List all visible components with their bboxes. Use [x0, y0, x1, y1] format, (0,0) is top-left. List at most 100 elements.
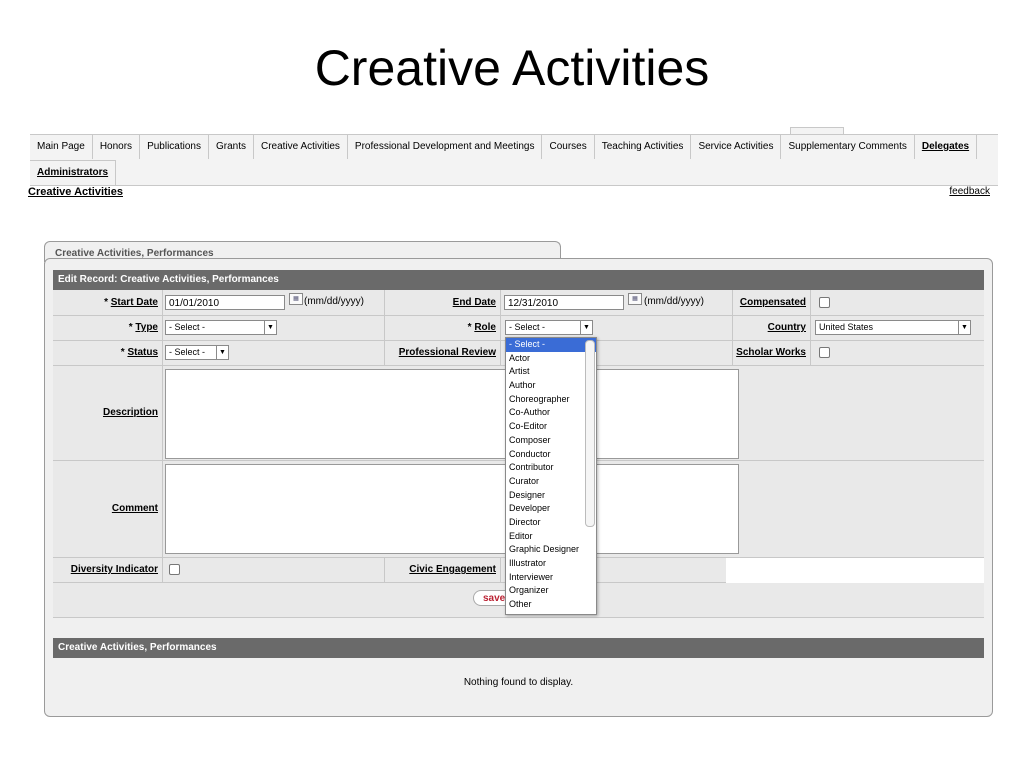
scholar-works-checkbox[interactable] — [819, 347, 830, 358]
type-label: * Type — [53, 316, 163, 340]
nav-row-1: Main Page Honors Publications Grants Cre… — [30, 135, 978, 160]
diversity-label-text[interactable]: Diversity Indicator — [71, 564, 158, 575]
edit-record-header: Edit Record: Creative Activities, Perfor… — [53, 270, 984, 290]
nav-administrators[interactable]: Administrators — [30, 161, 117, 185]
row-diversity: Diversity Indicator Civic Engagement — [53, 558, 726, 583]
nav-teaching-activities[interactable]: Teaching Activities — [595, 135, 692, 159]
role-option[interactable]: Graphic Designer — [506, 543, 596, 557]
compensated-label: Compensated — [733, 290, 811, 315]
feedback-link[interactable]: feedback — [949, 186, 990, 197]
panel-tab-label[interactable]: Creative Activities, Performances — [55, 248, 214, 259]
start-date-cell: 01/01/2010 ▦ (mm/dd/yyyy) — [163, 290, 385, 315]
nav-row-2: Administrators — [30, 160, 117, 185]
role-option[interactable]: Actor — [506, 352, 596, 366]
status-label: * Status — [53, 341, 163, 365]
chevron-down-icon: ▼ — [216, 346, 228, 359]
empty-message: Nothing found to display. — [463, 677, 574, 688]
list-header: Creative Activities, Performances — [53, 638, 984, 658]
nav-main-page[interactable]: Main Page — [30, 135, 93, 159]
compensated-label-text[interactable]: Compensated — [740, 297, 806, 308]
nav-publications[interactable]: Publications — [140, 135, 209, 159]
role-option[interactable]: Designer — [506, 489, 596, 503]
description-label-text[interactable]: Description — [103, 407, 158, 418]
role-option[interactable]: Other — [506, 598, 596, 612]
country-label-text[interactable]: Country — [768, 322, 806, 333]
nav-creative-activities[interactable]: Creative Activities — [254, 135, 348, 159]
role-option[interactable]: Organizer — [506, 584, 596, 598]
diversity-checkbox[interactable] — [169, 564, 180, 575]
role-option[interactable]: Composer — [506, 434, 596, 448]
country-cell: United States ▼ — [811, 316, 984, 340]
required-mark: * — [467, 322, 472, 333]
start-date-label-text[interactable]: Start Date — [111, 297, 158, 308]
scholar-works-label-text[interactable]: Scholar Works — [736, 347, 806, 358]
scholar-works-label: Scholar Works — [733, 341, 811, 365]
compensated-checkbox[interactable] — [819, 297, 830, 308]
main-nav: Main Page Honors Publications Grants Cre… — [30, 134, 998, 186]
role-option[interactable]: Curator — [506, 475, 596, 489]
role-option[interactable]: Editor — [506, 530, 596, 544]
comment-textarea[interactable] — [165, 464, 739, 554]
role-option[interactable]: Choreographer — [506, 393, 596, 407]
end-date-format: (mm/dd/yyyy) — [644, 296, 704, 307]
nav-delegates[interactable]: Delegates — [915, 135, 978, 159]
nav-professional-development[interactable]: Professional Development and Meetings — [348, 135, 543, 159]
type-label-text[interactable]: Type — [135, 322, 158, 333]
end-date-input[interactable]: 12/31/2010 — [504, 295, 624, 310]
end-date-cell: 12/31/2010 ▦ (mm/dd/yyyy) — [501, 290, 733, 315]
nav-honors[interactable]: Honors — [93, 135, 141, 159]
comment-label-text[interactable]: Comment — [112, 503, 158, 514]
status-select[interactable]: - Select - ▼ — [165, 345, 229, 360]
role-option[interactable]: - Select - — [506, 338, 596, 352]
description-textarea[interactable] — [165, 369, 739, 459]
nav-courses[interactable]: Courses — [542, 135, 595, 159]
end-date-label-text[interactable]: End Date — [453, 297, 496, 308]
role-label-text[interactable]: Role — [474, 322, 496, 333]
country-select[interactable]: United States ▼ — [815, 320, 971, 335]
end-date-calendar-icon[interactable]: ▦ — [628, 293, 642, 305]
dropdown-scrollbar[interactable] — [585, 340, 595, 527]
role-option[interactable]: Conductor — [506, 448, 596, 462]
start-date-input[interactable]: 01/01/2010 — [165, 295, 285, 310]
nav-supplementary-comments[interactable]: Supplementary Comments — [781, 135, 915, 159]
role-option[interactable]: Illustrator — [506, 557, 596, 571]
type-select-value: - Select - — [169, 322, 206, 332]
role-select-value: - Select - — [509, 322, 546, 332]
role-option[interactable]: Co-Author — [506, 406, 596, 420]
compensated-cell — [811, 290, 984, 315]
scholar-works-cell — [811, 341, 984, 365]
role-option[interactable]: Co-Editor — [506, 420, 596, 434]
role-option[interactable]: Director — [506, 516, 596, 530]
row-dates: * Start Date 01/01/2010 ▦ (mm/dd/yyyy) E… — [53, 290, 984, 316]
role-dropdown-list: - Select - Actor Artist Author Choreogra… — [505, 337, 597, 615]
type-select[interactable]: - Select - ▼ — [165, 320, 277, 335]
breadcrumb[interactable]: Creative Activities — [28, 186, 123, 198]
role-option[interactable]: Developer — [506, 502, 596, 516]
country-label: Country — [733, 316, 811, 340]
role-option[interactable]: Contributor — [506, 461, 596, 475]
diversity-label: Diversity Indicator — [53, 558, 163, 582]
required-mark: * — [120, 347, 125, 358]
end-date-label: End Date — [385, 290, 501, 315]
status-select-value: - Select - — [169, 347, 206, 357]
status-label-text[interactable]: Status — [127, 347, 158, 358]
nav-service-activities[interactable]: Service Activities — [691, 135, 782, 159]
role-label: * Role — [385, 316, 501, 340]
chevron-down-icon: ▼ — [580, 321, 592, 334]
description-label: Description — [53, 366, 163, 460]
civic-engagement-label: Civic Engagement — [385, 558, 501, 582]
civic-engagement-label-text[interactable]: Civic Engagement — [409, 564, 496, 575]
role-option[interactable]: Author — [506, 379, 596, 393]
type-cell: - Select - ▼ — [163, 316, 385, 340]
role-option[interactable]: Artist — [506, 365, 596, 379]
start-date-calendar-icon[interactable]: ▦ — [289, 293, 303, 305]
required-mark: * — [104, 297, 108, 308]
role-option[interactable]: Interviewer — [506, 571, 596, 585]
role-select[interactable]: - Select - ▼ — [505, 320, 593, 335]
nav-grants[interactable]: Grants — [209, 135, 254, 159]
country-select-value: United States — [819, 322, 874, 332]
professional-review-label-text[interactable]: Professional Review — [399, 347, 496, 358]
comment-label: Comment — [53, 461, 163, 557]
chevron-down-icon: ▼ — [264, 321, 276, 334]
professional-review-label: Professional Review — [385, 341, 501, 365]
